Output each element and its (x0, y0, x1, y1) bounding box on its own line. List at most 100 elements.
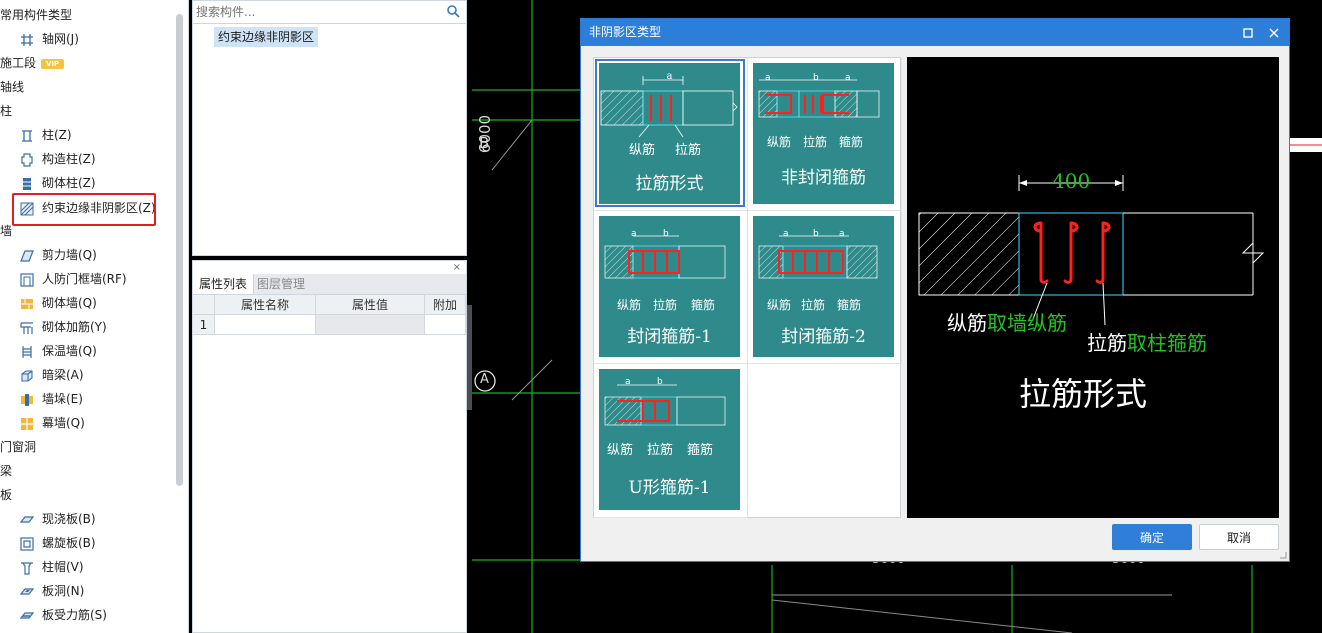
search-bar (193, 1, 466, 24)
dimension-label: a (625, 377, 631, 387)
header-property-name[interactable]: 属性名称 (215, 295, 316, 315)
type-option-tie-bar[interactable]: a 纵筋 拉筋 拉筋形式 (594, 58, 748, 211)
type-option-closed-stirrup-2[interactable]: a b a 纵筋 拉筋 箍筋 封闭箍筋-2 (748, 211, 902, 364)
slab-hole-icon (20, 587, 34, 595)
tree-item-brick-column[interactable]: 砌体柱(Z) (20, 172, 96, 194)
close-button[interactable] (1263, 19, 1285, 46)
tree-item-constructional-column[interactable]: 构造柱(Z) (20, 148, 96, 170)
tree-category-beam[interactable]: 梁 (0, 460, 12, 482)
tree-category-wall[interactable]: 墙 (0, 220, 12, 242)
note-tie-bar: 拉筋 (653, 298, 678, 312)
tree-category-label: 施工段 (0, 56, 37, 70)
cancel-button[interactable]: 取消 (1199, 524, 1279, 550)
type-tile: a b a 纵筋 拉筋 箍筋 封闭箍筋-2 (753, 216, 894, 357)
type-tile: a b 纵筋 拉筋 箍筋 封闭箍筋-1 (599, 216, 740, 357)
property-value-cell[interactable] (316, 315, 425, 335)
type-tile: a b 纵筋 拉筋 箍筋 U形箍筋-1 (599, 369, 740, 510)
wall-pier-icon (21, 393, 33, 406)
component-list-item[interactable]: 约束边缘非阴影区 (214, 27, 319, 47)
note-longitudinal-bar: 纵筋 (767, 298, 792, 312)
properties-panel: × 属性列表 图层管理 属性名称 属性值 附加 1 (192, 260, 467, 633)
note-longitudinal-bar: 纵筋 (629, 143, 656, 158)
spiral-slab-icon (20, 536, 34, 551)
axis-label-b: B (479, 134, 490, 152)
tree-item-brick-reinforcement[interactable]: 砌体加筋(Y) (20, 316, 107, 338)
dimension-label: a (666, 71, 673, 82)
dimension-label: b (813, 73, 819, 83)
tab-layer-management[interactable]: 图层管理 (251, 274, 311, 294)
tree-item-column[interactable]: 柱(Z) (20, 124, 72, 146)
ok-button[interactable]: 确定 (1112, 524, 1192, 550)
component-tree: 常用构件类型 轴网(J) 施工段 VIP 轴线 柱 柱(Z) 构造柱(Z) 砌体柱… (0, 0, 189, 633)
tree-item-column-cap[interactable]: 柱帽(V) (20, 556, 84, 578)
tree-item-wall-pier[interactable]: 墙垛(E) (20, 388, 83, 410)
dimension-label: a (845, 73, 851, 83)
tree-category-axisline[interactable]: 轴线 (0, 76, 24, 98)
type-grid: a 纵筋 拉筋 拉筋形式 a b a 纵筋 拉筋 箍筋 非封闭箍筋 a b 纵筋… (593, 57, 902, 518)
tree-scrollbar[interactable] (176, 14, 183, 486)
tree-item-slab-hole[interactable]: 板洞(N) (20, 580, 84, 602)
close-icon[interactable]: × (453, 262, 461, 273)
cast-slab-icon (20, 515, 34, 523)
tree-item-slab-rebar[interactable]: 板受力筋(S) (20, 604, 107, 626)
tree-item-label: 柱帽(V) (42, 560, 84, 574)
tree-item-label: 螺旋板(B) (42, 536, 96, 550)
resize-grip-icon[interactable] (1279, 551, 1287, 559)
note-longitudinal-bar: 纵筋 (617, 298, 642, 312)
tree-item-insulation-wall[interactable]: 保温墙(Q) (20, 340, 97, 362)
header-property-value[interactable]: 属性值 (316, 295, 425, 315)
note-stirrup: 箍筋 (837, 298, 862, 312)
maximize-button[interactable] (1237, 19, 1259, 46)
dimension-label: a (631, 229, 637, 239)
brick-rebar-icon (20, 321, 33, 334)
search-input[interactable] (193, 1, 438, 23)
note-tie-bar: 拉筋 (803, 135, 828, 149)
grid-icon (21, 33, 33, 46)
door-frame-wall-icon (20, 272, 34, 287)
type-option-closed-stirrup-1[interactable]: a b 纵筋 拉筋 箍筋 封闭箍筋-1 (594, 211, 748, 364)
tab-property-list[interactable]: 属性列表 (193, 274, 255, 294)
type-tile: a 纵筋 拉筋 拉筋形式 (599, 63, 740, 204)
tree-category-common[interactable]: 常用构件类型 (0, 4, 72, 26)
note-tie-bar: 拉筋 (647, 443, 674, 458)
preview-dimension: 400 (1052, 169, 1091, 193)
tree-item-curtain-wall[interactable]: 幕墙(Q) (20, 412, 85, 434)
slab-rebar-icon (20, 611, 34, 619)
tree-item-label: 轴网(J) (42, 32, 79, 46)
preview-diagram (918, 175, 1265, 326)
brick-column-icon (23, 177, 31, 190)
tree-category-column[interactable]: 柱 (0, 100, 12, 122)
brick-wall-icon (21, 298, 33, 309)
tree-category-stage[interactable]: 施工段 VIP (0, 52, 65, 74)
property-tabs: 属性列表 图层管理 (193, 274, 466, 295)
tree-category-slab[interactable]: 板 (0, 484, 12, 506)
selection-highlight (12, 193, 156, 226)
dialog-title: 非阴影区类型 (589, 25, 662, 39)
tree-item-hidden-beam[interactable]: 暗梁(A) (20, 364, 84, 386)
tree-item-civil-defense-wall[interactable]: 人防门框墙(RF) (20, 268, 127, 290)
tree-item-label: 墙垛(E) (42, 392, 83, 406)
note-stirrup: 箍筋 (687, 443, 714, 458)
type-option-u-stirrup-1[interactable]: a b 纵筋 拉筋 箍筋 U形箍筋-1 (594, 364, 748, 518)
tree-item-axisgrid[interactable]: 轴网(J) (20, 28, 79, 50)
dimension-label: b (663, 229, 669, 239)
search-icon[interactable] (446, 4, 460, 18)
tree-item-brick-wall[interactable]: 砌体墙(Q) (20, 292, 97, 314)
tree-item-label: 构造柱(Z) (42, 152, 96, 166)
property-name-cell[interactable] (215, 315, 316, 335)
header-extra[interactable]: 附加 (425, 295, 466, 315)
curtain-wall-icon (21, 417, 33, 430)
tree-category-opening[interactable]: 门窗洞 (0, 436, 36, 458)
tree-item-cast-slab[interactable]: 现浇板(B) (20, 508, 96, 530)
preview-title: 拉筋形式 (1019, 375, 1148, 413)
tree-item-spiral-slab[interactable]: 螺旋板(B) (20, 532, 96, 554)
dimension-label: a (783, 229, 789, 239)
note-longitudinal-bar: 纵筋 (767, 135, 792, 149)
note-stirrup: 箍筋 (839, 135, 864, 149)
type-option-open-stirrup[interactable]: a b a 纵筋 拉筋 箍筋 非封闭箍筋 (748, 58, 902, 211)
tree-item-label: 板受力筋(S) (42, 608, 107, 622)
dimension-label: b (657, 377, 663, 387)
dimension-label: a (765, 73, 771, 83)
property-extra-cell[interactable] (425, 315, 466, 335)
tree-item-shear-wall[interactable]: 剪力墙(Q) (20, 244, 97, 266)
